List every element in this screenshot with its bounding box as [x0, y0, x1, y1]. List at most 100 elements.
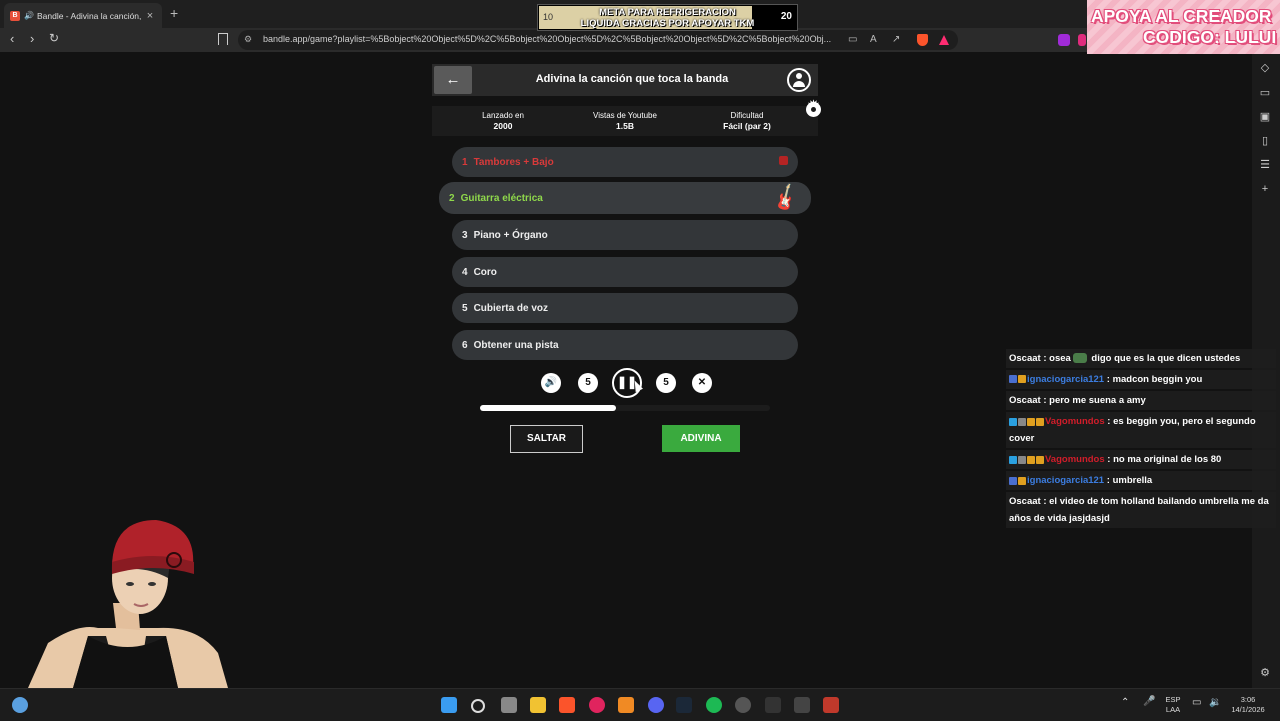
chat-message: ignaciogarcia121 : umbrella	[1006, 471, 1276, 491]
chat-badge-icon	[1009, 455, 1017, 464]
instrument-row-2[interactable]: 2 Guitarra eléctrica 🎸	[439, 182, 811, 215]
extension-icon-2[interactable]	[1078, 34, 1086, 46]
instrument-label: Piano + Órgano	[473, 229, 548, 241]
extension-icon[interactable]	[1058, 34, 1070, 46]
forward-5-icon[interactable]: 5	[656, 373, 676, 393]
spotify-icon[interactable]	[706, 697, 722, 713]
rewind-5-icon[interactable]: 5	[578, 373, 598, 393]
brave-shields-icon[interactable]	[917, 34, 928, 46]
file-explorer-icon[interactable]	[530, 697, 546, 713]
bookmark-icon[interactable]	[218, 33, 228, 45]
steam-icon[interactable]	[676, 697, 692, 713]
add-sidebar-item-icon[interactable]: +	[1259, 183, 1271, 195]
chat-text: el video de tom holland bailando umbrell…	[1009, 496, 1269, 525]
game-app-icon[interactable]	[823, 697, 839, 713]
chat-message: Oscaat : el video de tom holland bailand…	[1006, 492, 1276, 529]
instrument-row-1[interactable]: 1 Tambores + Bajo	[452, 147, 798, 177]
game-header: ← Adivina la canción que toca la banda	[432, 64, 818, 96]
brave-browser-icon[interactable]	[559, 697, 575, 713]
playback-progress-fill	[480, 405, 617, 411]
shuffle-off-icon[interactable]: ✕	[692, 373, 712, 393]
chat-text: pero me suena a amy	[1049, 395, 1146, 407]
app-a-icon[interactable]	[618, 697, 634, 713]
release-value: 2000	[493, 121, 513, 131]
new-tab-button[interactable]: +	[170, 5, 178, 21]
volume-tray-icon[interactable]: 🔉	[1209, 698, 1221, 708]
media-player-icon[interactable]	[589, 697, 605, 713]
task-view-icon[interactable]	[501, 697, 517, 713]
leo-ai-icon[interactable]: ◇	[1259, 62, 1271, 74]
clock[interactable]: 3:06 14/1/2026	[1226, 695, 1270, 715]
chat-badge-icon	[1009, 417, 1017, 426]
playback-progress[interactable]	[480, 405, 770, 411]
info-difficulty: Dificultad Fácil (par 2)	[687, 111, 807, 131]
url-text[interactable]: bandle.app/game?playlist=%5Bobject%20Obj…	[263, 34, 839, 44]
instrument-label: Obtener una pista	[473, 339, 559, 351]
site-settings-icon[interactable]: ⚙	[244, 34, 252, 45]
cast-icon[interactable]: ▭	[848, 34, 857, 45]
clock-time: 3:06	[1240, 695, 1256, 704]
language-indicator[interactable]: ESP LAA	[1163, 695, 1183, 715]
tray-overflow-icon[interactable]: ⌃	[1121, 698, 1129, 708]
stream-chat: Oscaat : osea digo que es la que dicen u…	[1006, 349, 1276, 530]
translate-icon[interactable]: A	[870, 34, 877, 45]
chat-username: Oscaat	[1009, 496, 1041, 508]
history-icon[interactable]: ☰	[1259, 159, 1271, 171]
wallet-icon[interactable]: ▣	[1259, 111, 1271, 123]
chat-badge-icon	[1027, 417, 1035, 426]
browser-tab[interactable]: B 🔊 Bandle - Adivina la canción, u ×	[4, 3, 162, 28]
back-nav-icon[interactable]: ‹	[10, 31, 14, 46]
chat-text: osea	[1049, 353, 1071, 364]
chat-badges	[1009, 413, 1045, 430]
user-head-shape	[796, 73, 802, 79]
release-label: Lanzado en	[482, 111, 524, 120]
chat-message: Vagomundos : es beggin you, pero el segu…	[1006, 412, 1276, 449]
search-icon[interactable]	[471, 699, 485, 713]
sidebar-settings-icon[interactable]: ⚙	[1259, 667, 1271, 679]
instrument-number: 3	[462, 229, 468, 241]
views-value: 1.5B	[616, 121, 634, 131]
skip-button[interactable]: SALTAR	[510, 425, 583, 453]
instrument-number: 5	[462, 302, 468, 314]
guess-button[interactable]: ADIVINA	[662, 425, 740, 452]
chat-badge-icon	[1009, 476, 1017, 485]
creator-line1: APOYA AL CREADOR	[1091, 6, 1272, 26]
microphone-icon[interactable]: 🎤	[1143, 697, 1155, 707]
volume-icon[interactable]: 🔊	[541, 373, 561, 393]
creator-line2: CODIGO: LULUI	[1143, 27, 1277, 47]
clock-date: 14/1/2026	[1231, 705, 1265, 714]
close-tab-icon[interactable]: ×	[144, 10, 156, 22]
instrument-label: Tambores + Bajo	[473, 156, 554, 168]
reload-icon[interactable]: ↻	[49, 31, 59, 45]
settings-gear-icon[interactable]: ✹	[806, 98, 821, 117]
network-icon[interactable]: ▭	[1192, 698, 1201, 708]
guitar-icon: 🎸	[770, 183, 804, 215]
brave-rewards-icon[interactable]	[939, 35, 949, 45]
creator-code-banner: APOYA AL CREADOR CODIGO: LULUI	[1087, 0, 1280, 54]
instrument-row-6[interactable]: 6 Obtener una pista	[452, 330, 798, 360]
instrument-label: Coro	[473, 266, 497, 278]
bookmarks-icon[interactable]: ▯	[1259, 135, 1271, 147]
instrument-row-3[interactable]: 3 Piano + Órgano	[452, 220, 798, 250]
instrument-row-4[interactable]: 4 Coro	[452, 257, 798, 287]
chat-text: madcon beggin you	[1112, 374, 1203, 386]
info-views: Vistas de Youtube 1.5B	[565, 111, 685, 131]
valorant-icon[interactable]	[794, 697, 810, 713]
instrument-row-5[interactable]: 5 Cubierta de voz	[452, 293, 798, 323]
chat-badge-icon	[1018, 455, 1026, 464]
chat-username: Oscaat	[1009, 395, 1041, 407]
audio-playing-icon[interactable]: 🔊	[24, 11, 34, 20]
obs-icon[interactable]	[735, 697, 751, 713]
share-icon[interactable]: ↗	[892, 34, 900, 45]
epic-games-icon[interactable]	[765, 697, 781, 713]
bandle-favicon-icon: B	[10, 10, 20, 21]
forward-nav-icon[interactable]: ›	[30, 31, 34, 46]
chat-badge-icon	[1036, 417, 1044, 426]
instrument-label: Guitarra eléctrica	[460, 192, 543, 204]
windows-start-icon[interactable]	[441, 697, 457, 713]
weather-widget-icon[interactable]	[12, 697, 28, 713]
user-profile-icon[interactable]	[787, 68, 811, 92]
discord-icon[interactable]	[648, 697, 664, 713]
reading-list-icon[interactable]: ▭	[1259, 87, 1271, 99]
instrument-number: 4	[462, 266, 468, 278]
